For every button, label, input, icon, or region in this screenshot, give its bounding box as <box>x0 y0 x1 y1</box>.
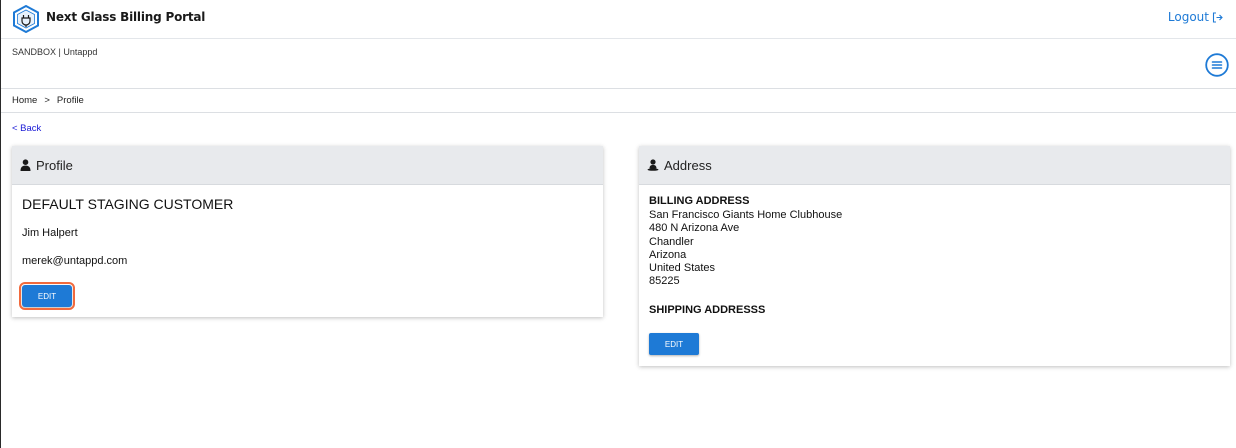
breadcrumb-home[interactable]: Home <box>12 95 37 106</box>
profile-card: Profile DEFAULT STAGING CUSTOMER Jim Hal… <box>12 146 603 317</box>
user-pin-icon <box>647 159 659 171</box>
app-title: Next Glass Billing Portal <box>46 10 206 24</box>
logout-link[interactable]: Logout <box>1168 10 1223 24</box>
hexagon-plug-logo-icon[interactable] <box>13 5 39 33</box>
hamburger-circle-icon[interactable] <box>1205 53 1229 77</box>
breadcrumb-separator: > <box>44 95 50 106</box>
customer-name: DEFAULT STAGING CUSTOMER <box>22 196 234 212</box>
profile-edit-button[interactable]: EDIT <box>19 282 75 310</box>
logout-arrow-icon <box>1212 11 1223 23</box>
address-edit-button[interactable]: EDIT <box>649 333 699 355</box>
back-link[interactable]: < Back <box>12 123 41 134</box>
billing-address-lines: San Francisco Giants Home Clubhouse 480 … <box>649 209 842 289</box>
billing-address-line: 85225 <box>649 275 680 288</box>
shipping-address-heading: SHIPPING ADDRESSS <box>649 304 766 316</box>
billing-address-line: Chandler <box>649 235 694 248</box>
billing-address-line: United States <box>649 262 716 275</box>
billing-address-line: 480 N Arizona Ave <box>649 222 740 235</box>
environment-bar: SANDBOX | Untappd <box>1 39 1236 89</box>
breadcrumb-current: Profile <box>56 95 84 106</box>
profile-card-title: Profile <box>36 157 73 173</box>
address-card-title: Address <box>664 157 712 173</box>
environment-label: SANDBOX | Untappd <box>12 47 98 57</box>
billing-address-heading: BILLING ADDRESS <box>649 195 750 207</box>
contact-name: Jim Halpert <box>22 227 78 239</box>
contact-email: merek@untappd.com <box>22 255 128 267</box>
billing-address-line: San Francisco Giants Home Clubhouse <box>649 209 843 221</box>
billing-address-line: Arizona <box>649 248 687 261</box>
address-card-header: Address <box>639 146 1230 185</box>
address-card: Address BILLING ADDRESS San Francisco Gi… <box>639 146 1230 366</box>
breadcrumb: Home > Profile <box>1 89 1236 113</box>
profile-card-header: Profile <box>12 146 603 185</box>
user-icon <box>20 159 31 171</box>
logout-label: Logout <box>1167 10 1209 24</box>
top-navbar: Next Glass Billing Portal Logout <box>1 0 1236 39</box>
